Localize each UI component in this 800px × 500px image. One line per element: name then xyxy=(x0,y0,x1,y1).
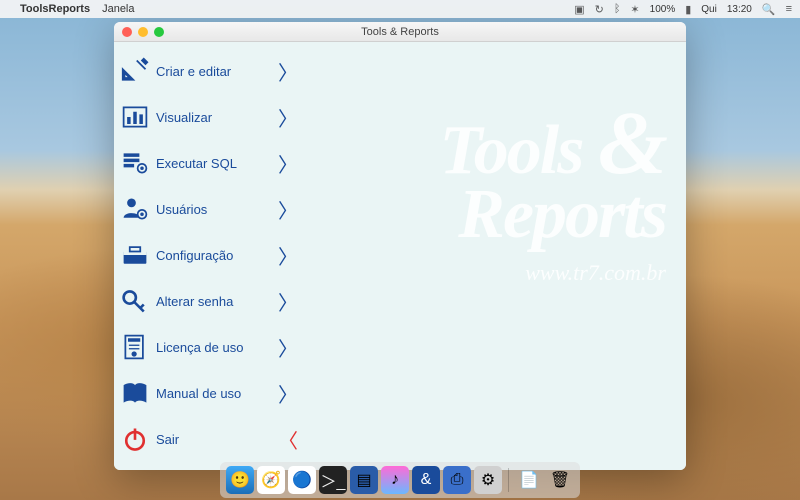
dock-safari[interactable]: 🧭 xyxy=(257,466,285,494)
maximize-icon[interactable] xyxy=(154,27,164,37)
database-gear-icon xyxy=(120,148,150,178)
teamviewer-icon[interactable]: ▣ xyxy=(574,3,584,16)
watermark: Tools & Reports www.tr7.com.br xyxy=(439,92,666,286)
window-titlebar[interactable]: Tools & Reports xyxy=(114,22,686,42)
app-window: Tools & Reports Tools & Reports www.tr7.… xyxy=(114,22,686,470)
menu-label: Criar e editar xyxy=(156,64,231,79)
window-body: Tools & Reports www.tr7.com.br Criar e e… xyxy=(114,42,686,470)
menu-label: Sair xyxy=(156,432,179,447)
macos-dock: 🙂 🧭 🔵 ＞_ ▤ ♪ & ⎙ ⚙ 📄 🗑 xyxy=(220,462,580,498)
menu-label: Usuários xyxy=(156,202,207,217)
chevron-right-icon: 〉 xyxy=(278,287,298,316)
menu-label: Executar SQL xyxy=(156,156,237,171)
chevron-right-icon: 〉 xyxy=(278,379,298,408)
chevron-right-icon: 〉 xyxy=(278,103,298,132)
dock-music[interactable]: ♪ xyxy=(381,466,409,494)
design-tools-icon xyxy=(120,56,150,86)
battery-label[interactable]: 100% xyxy=(650,4,676,15)
dock-finder[interactable]: 🙂 xyxy=(226,466,254,494)
menu-item-visualizar[interactable]: Visualizar 〉 xyxy=(120,94,300,140)
battery-icon[interactable]: ▮ xyxy=(685,3,691,16)
menu-label: Alterar senha xyxy=(156,294,233,309)
toolbox-icon xyxy=(120,240,150,270)
dock-app1[interactable]: ▤ xyxy=(350,466,378,494)
minimize-icon[interactable] xyxy=(138,27,148,37)
dock-app2[interactable]: ⎙ xyxy=(443,466,471,494)
chevron-right-icon: 〉 xyxy=(278,57,298,86)
menubar-menu-janela[interactable]: Janela xyxy=(102,3,134,15)
menu-list-icon[interactable]: ≡ xyxy=(786,3,792,15)
wifi-icon[interactable]: ✶ xyxy=(630,3,639,16)
chevron-right-icon: 〉 xyxy=(278,241,298,270)
user-gear-icon xyxy=(120,194,150,224)
menubar-app-name[interactable]: ToolsReports xyxy=(20,3,90,15)
dock-terminal[interactable]: ＞_ xyxy=(319,466,347,494)
dock-separator xyxy=(508,468,509,492)
power-icon xyxy=(120,424,150,454)
menubar-time[interactable]: 13:20 xyxy=(727,4,752,15)
menu-item-sql[interactable]: Executar SQL 〉 xyxy=(120,140,300,186)
chevron-right-icon: 〉 xyxy=(278,195,298,224)
menu-label: Visualizar xyxy=(156,110,212,125)
menu-item-alterar-senha[interactable]: Alterar senha 〉 xyxy=(120,278,300,324)
chevron-right-icon: 〉 xyxy=(278,149,298,178)
key-icon xyxy=(120,286,150,316)
spotlight-icon[interactable]: 🔍 xyxy=(762,3,776,16)
macos-menubar: ToolsReports Janela ▣ ↻ ᛒ ✶ 100% ▮ Qui 1… xyxy=(0,0,800,18)
menu-item-licenca[interactable]: Licença de uso 〉 xyxy=(120,324,300,370)
chevron-right-icon: 〉 xyxy=(278,333,298,362)
dock-toolsreports[interactable]: & xyxy=(412,466,440,494)
bluetooth-icon[interactable]: ᛒ xyxy=(614,3,621,15)
menu-item-config[interactable]: Configuração 〉 xyxy=(120,232,300,278)
menu-item-usuarios[interactable]: Usuários 〉 xyxy=(120,186,300,232)
main-menu: Criar e editar 〉 Visualizar 〉 Executar S… xyxy=(120,48,300,462)
dock-folder[interactable]: 📄 xyxy=(515,466,543,494)
menubar-day[interactable]: Qui xyxy=(701,4,717,15)
license-icon xyxy=(120,332,150,362)
chevron-left-icon: 〈 xyxy=(278,425,298,454)
menu-label: Configuração xyxy=(156,248,233,263)
dock-settings[interactable]: ⚙ xyxy=(474,466,502,494)
menu-label: Manual de uso xyxy=(156,386,241,401)
window-title: Tools & Reports xyxy=(114,26,686,38)
menu-item-criar[interactable]: Criar e editar 〉 xyxy=(120,48,300,94)
book-icon xyxy=(120,378,150,408)
dock-teamviewer[interactable]: 🔵 xyxy=(288,466,316,494)
dock-trash[interactable]: 🗑 xyxy=(546,466,574,494)
menu-label: Licença de uso xyxy=(156,340,243,355)
chart-icon xyxy=(120,102,150,132)
close-icon[interactable] xyxy=(122,27,132,37)
menu-item-manual[interactable]: Manual de uso 〉 xyxy=(120,370,300,416)
sync-icon[interactable]: ↻ xyxy=(595,3,604,16)
menu-item-sair[interactable]: Sair 〈 xyxy=(120,416,300,462)
